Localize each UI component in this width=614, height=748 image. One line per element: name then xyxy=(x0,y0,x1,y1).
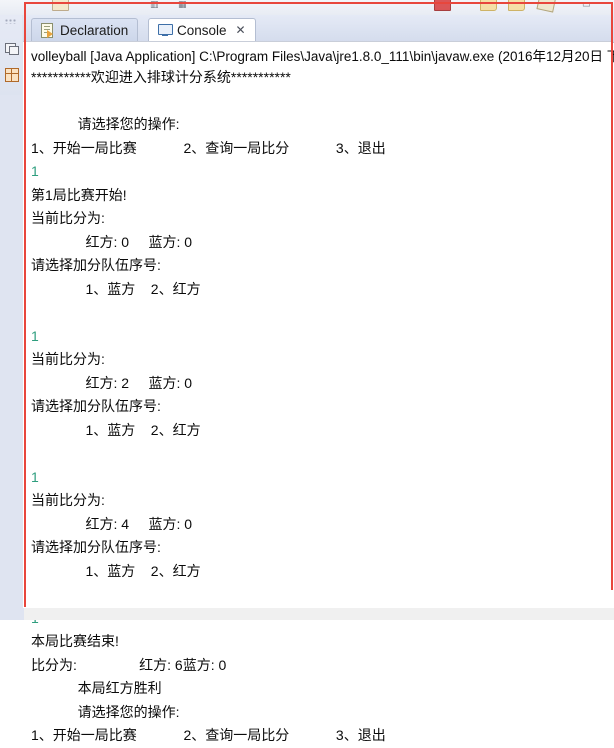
console-output-line: 比分为: 红方: 6蓝方: 0 xyxy=(31,656,227,673)
tab-declaration[interactable]: Declaration xyxy=(31,18,139,42)
view-tab-bar: Declaration Console ✕ xyxy=(23,15,614,43)
rail-panel xyxy=(0,15,22,95)
console-output-line: 1、开始一局比赛 2、查询一局比分 3、退出 xyxy=(31,727,386,743)
page-icon[interactable] xyxy=(52,0,69,11)
tab-console-label: Console xyxy=(177,22,227,38)
console-output-line: 请选择您的操作: xyxy=(31,116,180,132)
console-process-header: volleyball [Java Application] C:\Program… xyxy=(31,49,614,64)
console-input-line: 1 xyxy=(31,468,39,485)
console-output-line: 红方: 4 蓝方: 0 xyxy=(31,515,193,532)
overflow-icon[interactable]: ▭ xyxy=(582,0,597,14)
folder-icon[interactable] xyxy=(480,0,497,11)
console-output-line: 1、蓝方 2、红方 xyxy=(31,280,201,297)
console-output-line: 1、蓝方 2、红方 xyxy=(31,421,201,438)
console-output-line xyxy=(31,442,606,466)
console-output-line xyxy=(31,301,606,325)
console-output-line: 本局红方胜利 xyxy=(31,680,162,696)
console-output-line: 1、开始一局比赛 2、查询一局比分 3、退出 xyxy=(31,139,386,156)
console-output-line: 请选择加分队伍序号: xyxy=(31,257,161,273)
dots-icon[interactable]: ▥ xyxy=(150,0,165,14)
declaration-icon xyxy=(41,23,55,38)
console-output-line xyxy=(31,583,606,607)
table-view-icon[interactable] xyxy=(4,67,19,82)
console-icon xyxy=(158,23,173,37)
red-highlight-left-edge xyxy=(24,2,26,607)
console-output-line: 请选择加分队伍序号: xyxy=(31,398,161,414)
main-toolbar: ▥ ▦ ▭ xyxy=(0,0,614,16)
console-output[interactable]: ***********欢迎进入排球计分系统*********** 请选择您的操作… xyxy=(31,66,606,743)
console-output-line: 请选择您的操作: xyxy=(31,703,180,720)
console-header-divider xyxy=(23,41,612,42)
drag-handle[interactable] xyxy=(5,19,17,24)
console-output-line xyxy=(31,90,606,114)
misc-icon[interactable]: ▦ xyxy=(178,0,193,14)
console-output-line: 当前比分为: xyxy=(31,492,105,508)
console-output-line: 红方: 2 蓝方: 0 xyxy=(31,374,193,391)
bottom-strip xyxy=(0,608,614,620)
red-stop-icon[interactable] xyxy=(434,0,451,11)
restore-view-icon[interactable] xyxy=(4,41,19,56)
folder-open-icon[interactable] xyxy=(508,0,525,11)
console-input-line: 1 xyxy=(31,163,39,179)
console-output-line: 请选择加分队伍序号: xyxy=(31,539,161,555)
pencil-icon[interactable] xyxy=(536,0,557,13)
bottom-left-strip xyxy=(0,608,24,620)
view-tool-rail xyxy=(0,15,24,620)
tab-console[interactable]: Console ✕ xyxy=(148,18,256,42)
console-output-line: 1、蓝方 2、红方 xyxy=(31,562,201,579)
close-icon[interactable]: ✕ xyxy=(236,24,246,36)
console-output-line: ***********欢迎进入排球计分系统*********** xyxy=(31,69,291,85)
console-output-line: 红方: 0 蓝方: 0 xyxy=(31,233,193,250)
console-input-line: 1 xyxy=(31,327,39,344)
console-output-line: 当前比分为: xyxy=(31,210,105,226)
eclipse-console-window: ▥ ▦ ▭ Declaration Console ✕ volleyball [… xyxy=(0,0,614,743)
console-output-line: 第1局比赛开始! xyxy=(31,186,127,203)
console-output-line: 当前比分为: xyxy=(31,351,105,367)
console-output-line: 本局比赛结束! xyxy=(31,633,119,649)
tab-declaration-label: Declaration xyxy=(60,23,129,38)
